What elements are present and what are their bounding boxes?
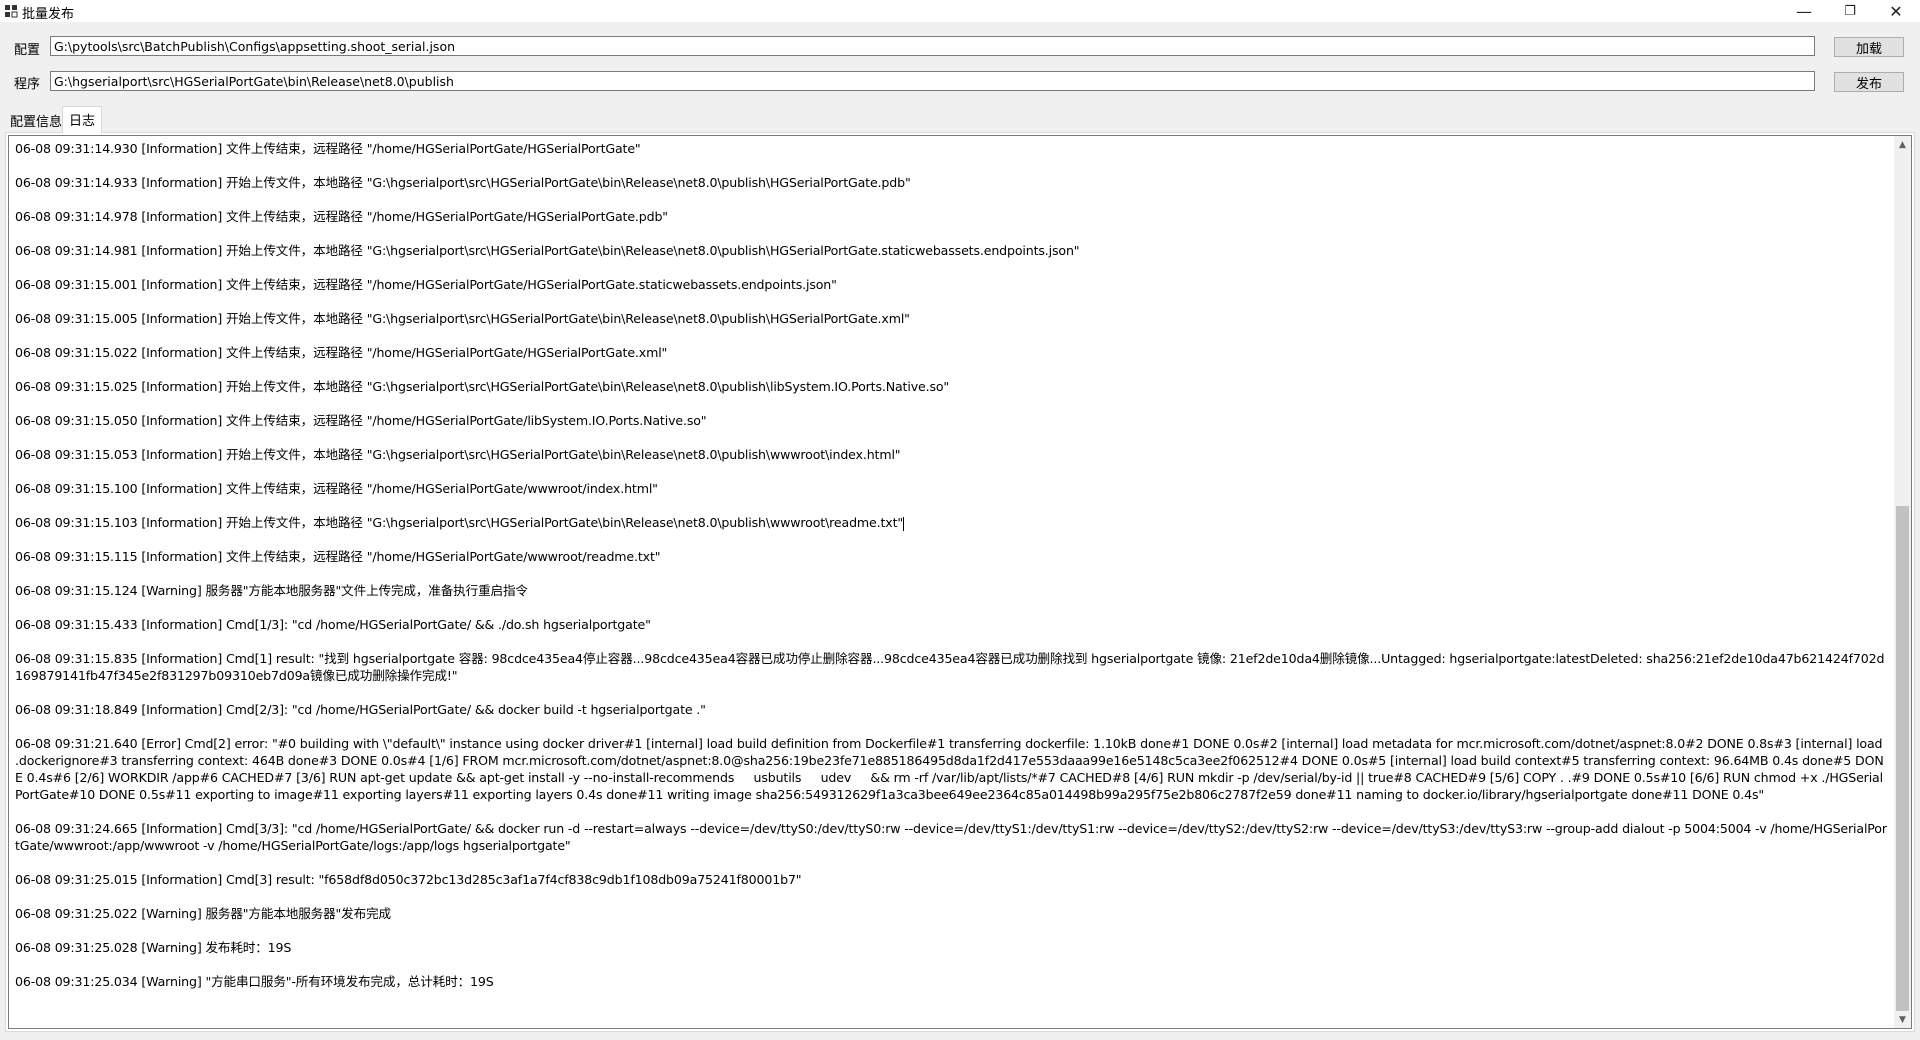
log-line: 06-08 09:31:15.115 [Information] 文件上传结束，… [15,549,661,564]
program-label: 程序 [14,77,41,92]
window-title: 批量发布 [22,7,75,22]
log-line: 06-08 09:31:25.022 [Warning] 服务器"方能本地服务器… [15,906,391,921]
log-line: 06-08 09:31:15.022 [Information] 文件上传结束，… [15,345,668,360]
minimize-button[interactable]: — [1784,0,1824,22]
log-line: 06-08 09:31:25.028 [Warning] 发布耗时：19S [15,940,292,955]
log-tab-panel: 06-08 09:31:14.930 [Information] 文件上传结束，… [5,132,1915,1032]
log-line: 06-08 09:31:21.640 [Error] Cmd[2] error:… [15,736,1887,802]
text-caret [903,516,905,531]
scroll-down-icon[interactable]: ▼ [1894,1011,1911,1028]
log-line: 06-08 09:31:14.930 [Information] 文件上传结束，… [15,141,641,156]
log-line: 06-08 09:31:15.100 [Information] 文件上传结束，… [15,481,658,496]
log-line: 06-08 09:31:14.978 [Information] 文件上传结束，… [15,209,668,224]
log-line: 06-08 09:31:15.103 [Information] 开始上传文件，… [15,515,905,531]
close-button[interactable]: ✕ [1876,0,1916,22]
log-line: 06-08 09:31:15.050 [Information] 文件上传结束，… [15,413,707,428]
title-bar: 批量发布 — ❐ ✕ [0,0,1920,22]
log-line: 06-08 09:31:15.001 [Information] 文件上传结束，… [15,277,837,292]
log-line: 06-08 09:31:14.933 [Information] 开始上传文件，… [15,175,911,190]
scrollbar-thumb[interactable] [1896,506,1909,1011]
log-textbox[interactable]: 06-08 09:31:14.930 [Information] 文件上传结束，… [8,135,1912,1029]
vertical-scrollbar[interactable]: ▲ ▼ [1894,136,1911,1028]
publish-button[interactable]: 发布 [1834,72,1904,92]
log-line: 06-08 09:31:25.015 [Information] Cmd[3] … [15,872,802,887]
config-path-input[interactable] [50,36,1815,56]
scroll-up-icon[interactable]: ▲ [1894,136,1911,153]
log-line: 06-08 09:31:15.433 [Information] Cmd[1/3… [15,617,651,632]
log-line: 06-08 09:31:15.053 [Information] 开始上传文件，… [15,447,901,462]
app-grid-icon [5,5,18,18]
load-button[interactable]: 加载 [1834,37,1904,57]
config-label: 配置 [14,43,41,58]
tab-config-info[interactable]: 配置信息 [4,109,68,131]
log-line: 06-08 09:31:14.981 [Information] 开始上传文件，… [15,243,1080,258]
log-line: 06-08 09:31:15.025 [Information] 开始上传文件，… [15,379,950,394]
log-line: 06-08 09:31:15.124 [Warning] 服务器"方能本地服务器… [15,583,528,598]
log-line: 06-08 09:31:15.835 [Information] Cmd[1] … [15,651,1885,683]
log-line: 06-08 09:31:25.034 [Warning] "方能串口服务"-所有… [15,974,494,989]
log-line: 06-08 09:31:15.005 [Information] 开始上传文件，… [15,311,910,326]
program-path-input[interactable] [50,71,1815,91]
log-line: 06-08 09:31:18.849 [Information] Cmd[2/3… [15,702,706,717]
restore-button[interactable]: ❐ [1830,0,1870,22]
log-line: 06-08 09:31:24.665 [Information] Cmd[3/3… [15,821,1887,853]
tab-log[interactable]: 日志 [62,106,103,133]
log-content: 06-08 09:31:14.930 [Information] 文件上传结束，… [9,136,1895,1028]
